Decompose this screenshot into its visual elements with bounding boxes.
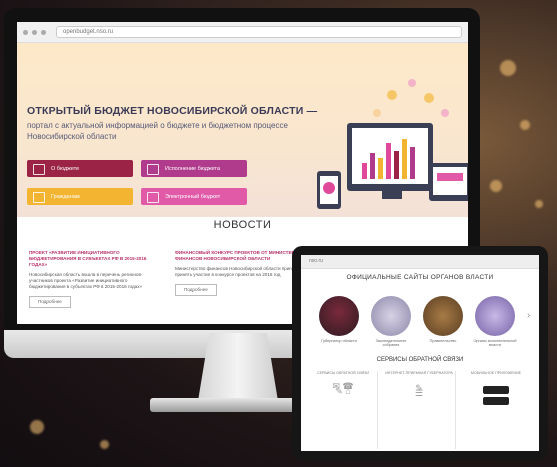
service-label: СЕРВИСЫ ОБРАТНОЙ СВЯЗИ (317, 371, 369, 375)
citizens-button[interactable]: Гражданам (27, 188, 133, 205)
address-bar[interactable]: openbudget.nso.ru (56, 26, 462, 38)
feedback-icons: ✉ ☎ ✎ ⌂ (332, 381, 354, 396)
bokeh-light (100, 440, 109, 449)
site-photo[interactable] (371, 296, 411, 336)
people-icon (33, 192, 45, 203)
building-icon (33, 164, 45, 175)
site-photo[interactable] (423, 296, 463, 336)
feedback-service[interactable]: ИНТЕРНЕТ-ПРИЕМНАЯ ГУБЕРНАТОРА ✎ ☰ (383, 371, 456, 449)
service-label: ИНТЕРНЕТ-ПРИЕМНАЯ ГУБЕРНАТОРА (385, 371, 453, 375)
button-label: Электронный бюджет (165, 193, 221, 200)
official-sites-heading: ОФИЦИАЛЬНЫЕ САЙТЫ ОРГАНОВ ВЛАСТИ (346, 274, 494, 281)
bokeh-light (520, 120, 530, 130)
chevron-right-icon[interactable]: › (527, 310, 530, 321)
tablet-device: nso.ru ОФИЦИАЛЬНЫЕ САЙТЫ ОРГАНОВ ВЛАСТИ … (292, 246, 548, 460)
e-budget-button[interactable]: Электронный бюджет (141, 188, 247, 205)
budget-execution-button[interactable]: Исполнение бюджета (141, 160, 247, 177)
app-store-badge[interactable] (483, 386, 509, 394)
service-label: МОБИЛЬНОЕ ПРИЛОЖЕНИЕ (470, 371, 522, 375)
button-label: Исполнение бюджета (165, 165, 221, 172)
about-budget-button[interactable]: О бюджете (27, 160, 133, 177)
bokeh-light (535, 200, 543, 208)
site-photo[interactable] (475, 296, 515, 336)
page-subtitle: портал с актуальной информацией о бюджет… (27, 121, 288, 141)
news-body: Министерство финансов Новосибирской обла… (175, 266, 307, 277)
tablet-address-bar[interactable]: nso.ru (301, 255, 539, 269)
read-more-button[interactable]: Подробнее (29, 296, 71, 308)
news-title[interactable]: ФИНАНСОВЫЙ КОНКУРС ПРОЕКТОВ ОТ МИНИСТЕРС… (175, 250, 310, 262)
read-more-button[interactable]: Подробнее (175, 284, 217, 296)
news-item: ФИНАНСОВЫЙ КОНКУРС ПРОЕКТОВ ОТ МИНИСТЕРС… (175, 250, 310, 296)
feedback-service[interactable]: СЕРВИСЫ ОБРАТНОЙ СВЯЗИ ✉ ☎ ✎ ⌂ (309, 371, 378, 449)
back-icon[interactable] (23, 29, 28, 35)
site-label: Органы исполнительной власти (473, 339, 517, 347)
news-heading: НОВОСТИ (213, 219, 272, 231)
forward-icon[interactable] (32, 29, 37, 35)
document-icon (147, 192, 159, 203)
coins-icon (147, 164, 159, 175)
site-label: Законодательное собрание (375, 339, 407, 347)
reload-icon[interactable] (41, 29, 46, 35)
page-title: ОТКРЫТЫЙ БЮДЖЕТ НОВОСИБИРСКОЙ ОБЛАСТИ — (27, 105, 318, 117)
news-title[interactable]: ПРОЕКТ «РАЗВИТИЕ ИНИЦИАТИВНОГО БЮДЖЕТИРО… (29, 250, 164, 268)
site-label: Правительство (429, 339, 457, 343)
hero-banner: ОТКРЫТЫЙ БЮДЖЕТ НОВОСИБИРСКОЙ ОБЛАСТИ — … (17, 43, 468, 217)
feedback-icons: ✎ ☰ (414, 383, 424, 398)
tablet-screen: nso.ru ОФИЦИАЛЬНЫЕ САЙТЫ ОРГАНОВ ВЛАСТИ … (301, 255, 539, 451)
button-label: О бюджете (51, 165, 80, 172)
browser-toolbar: openbudget.nso.ru (17, 22, 468, 43)
site-label: Губернатор области (321, 339, 357, 343)
bokeh-light (500, 60, 516, 76)
site-photo[interactable] (319, 296, 359, 336)
bokeh-light (30, 420, 44, 434)
google-play-badge[interactable] (483, 397, 509, 405)
feedback-heading: СЕРВИСЫ ОБРАТНОЙ СВЯЗИ (376, 357, 464, 363)
news-item: ПРОЕКТ «РАЗВИТИЕ ИНИЦИАТИВНОГО БЮДЖЕТИРО… (29, 250, 164, 308)
bokeh-light (490, 180, 502, 192)
news-body: Новосибирская область вошла в перечень р… (29, 272, 143, 289)
feedback-service[interactable]: МОБИЛЬНОЕ ПРИЛОЖЕНИЕ (461, 371, 531, 449)
button-label: Гражданам (51, 193, 80, 200)
